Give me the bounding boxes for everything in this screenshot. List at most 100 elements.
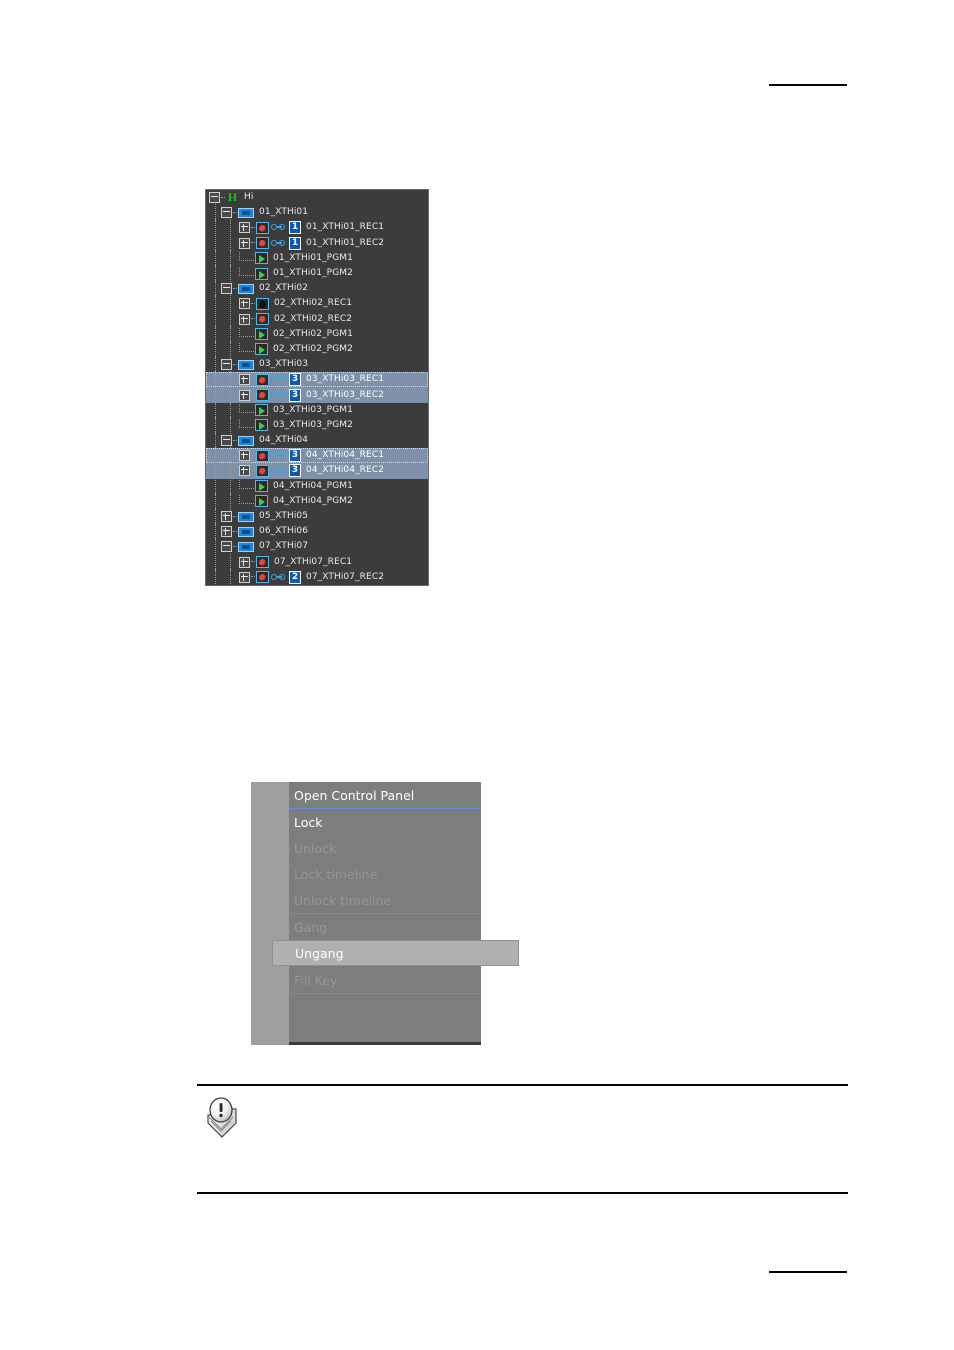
expand-icon[interactable] — [239, 556, 250, 568]
tree-row[interactable]: 02_XTHi02_REC1 — [206, 295, 428, 313]
tree-row[interactable]: 07_XTHi07 — [206, 538, 428, 556]
device-icon — [238, 526, 254, 537]
expand-icon[interactable] — [239, 465, 250, 477]
expand-icon[interactable] — [239, 571, 250, 583]
tree-row[interactable]: 03_XTHi03 — [206, 356, 428, 374]
tree-row[interactable]: 3 03_XTHi03_REC1 — [206, 371, 428, 389]
tree-row-label: 01_XTHi01_REC2 — [306, 237, 385, 248]
tree-row[interactable]: 02_XTHi02_REC2 — [206, 310, 428, 328]
tree-row-label: 01_XTHi01_PGM1 — [273, 252, 353, 263]
menu-item-open-control-panel[interactable]: Open Control Panel — [289, 782, 481, 808]
tree-leaf-connector — [239, 267, 254, 277]
tree-row[interactable]: 06_XTHi06 — [206, 523, 428, 541]
tree-row[interactable]: 05_XTHi05 — [206, 508, 428, 526]
tree-indent-guide — [221, 386, 239, 404]
tree-indent-guide — [209, 492, 221, 510]
play-icon — [255, 343, 268, 356]
tree-row[interactable]: 03_XTHi03_PGM1 — [206, 401, 428, 419]
expand-icon[interactable] — [239, 450, 250, 462]
tree-indent-guide — [221, 401, 239, 419]
record-on-icon — [256, 556, 269, 569]
tree-row[interactable]: 02_XTHi02 — [206, 280, 428, 298]
collapse-icon[interactable] — [221, 207, 232, 219]
device-icon — [238, 283, 254, 294]
tree-row[interactable]: 1 01_XTHi01_REC1 — [206, 219, 428, 237]
record-on-icon — [256, 313, 269, 326]
channel-context-menu[interactable]: Open Control Panel Lock Unlock Lock timelin… — [251, 782, 519, 1045]
tree-row[interactable]: 02_XTHi02_PGM1 — [206, 325, 428, 343]
record-on-icon — [256, 237, 269, 250]
tree-indent-guide — [221, 553, 239, 571]
menu-item-lock[interactable]: Lock — [289, 809, 481, 835]
menu-item-ungang[interactable]: Ungang — [272, 940, 519, 966]
expand-icon[interactable] — [221, 511, 232, 523]
tree-indent-guide — [209, 447, 221, 465]
tree-row[interactable]: 04_XTHi04_PGM1 — [206, 477, 428, 495]
play-icon — [255, 480, 268, 493]
note-top-rule — [197, 1084, 848, 1086]
tree-row[interactable]: 01_XTHi01_PGM2 — [206, 265, 428, 283]
tree-indent-guide — [209, 523, 221, 541]
tree-indent-guide — [209, 508, 221, 526]
expand-icon[interactable] — [239, 313, 250, 325]
tree-row[interactable]: 3 03_XTHi03_REC2 — [206, 386, 428, 404]
tree-row[interactable]: 01_XTHi01 — [206, 204, 428, 222]
tree-row[interactable]: 2 07_XTHi07_REC2 — [206, 568, 428, 585]
tree-indent-guide — [209, 432, 221, 450]
tree-indent-guide — [209, 553, 221, 571]
root-h-icon: H — [227, 189, 238, 204]
tree-indent-guide — [209, 401, 221, 419]
tree-indent-guide — [221, 462, 239, 480]
tree-leaf-connector — [239, 327, 254, 337]
collapse-icon[interactable] — [221, 435, 232, 447]
tree-row[interactable]: 1 01_XTHi01_REC2 — [206, 234, 428, 252]
expand-icon[interactable] — [221, 526, 232, 538]
tree-row[interactable]: 07_XTHi07_REC1 — [206, 553, 428, 571]
record-on-icon — [256, 571, 269, 584]
tree-row[interactable]: 03_XTHi03_PGM2 — [206, 416, 428, 434]
tree-indent-guide — [221, 310, 239, 328]
play-icon — [255, 495, 268, 508]
tree-row-label: 01_XTHi01 — [259, 207, 309, 218]
tree-indent-guide — [221, 371, 239, 389]
collapse-icon[interactable] — [221, 359, 232, 371]
tree-row[interactable]: 3 04_XTHi04_REC1 — [206, 447, 428, 465]
tree-row-label: 04_XTHi04_PGM1 — [273, 480, 353, 491]
channel-tree-panel[interactable]: H Hi 01_XTHi01 1 01_XTHi01_REC1 1 01_XTHi01_RE… — [205, 189, 429, 586]
tree-connector — [221, 196, 225, 199]
collapse-icon[interactable] — [221, 541, 232, 553]
tree-row[interactable]: 04_XTHi04_PGM2 — [206, 492, 428, 510]
tree-indent-guide — [221, 447, 239, 465]
tree-indent-guide — [209, 416, 221, 434]
tree-leaf-connector — [239, 251, 254, 261]
tree-row[interactable]: H Hi — [206, 190, 428, 205]
expand-icon[interactable] — [239, 237, 250, 249]
tree-connector — [251, 226, 255, 229]
tree-row[interactable]: 3 04_XTHi04_REC2 — [206, 462, 428, 480]
expand-icon[interactable] — [239, 222, 250, 234]
tree-row-label: 07_XTHi07_REC2 — [306, 571, 385, 582]
expand-icon[interactable] — [239, 389, 250, 401]
tree-indent-guide — [221, 492, 239, 510]
tree-row[interactable]: 04_XTHi04 — [206, 432, 428, 450]
tree-indent-guide — [221, 249, 239, 267]
expand-icon[interactable] — [239, 374, 250, 386]
tree-row-label: 07_XTHi07 — [259, 541, 309, 552]
tree-row[interactable]: 02_XTHi02_PGM2 — [206, 340, 428, 358]
collapse-icon[interactable] — [209, 192, 220, 204]
tree-row-label: 03_XTHi03_PGM1 — [273, 404, 353, 415]
menu-item-unlock-timeline: Unlock timeline — [294, 892, 392, 908]
menu-bottom-edge — [289, 1042, 481, 1045]
tree-indent-guide — [221, 477, 239, 495]
tree-row[interactable]: 01_XTHi01_PGM1 — [206, 249, 428, 267]
tree-row-label: 04_XTHi04_PGM2 — [273, 495, 353, 506]
tree-leaf-connector — [239, 418, 254, 428]
tree-row-label: 02_XTHi02_PGM2 — [273, 343, 353, 354]
tree-row-label: 04_XTHi04_REC2 — [306, 465, 385, 476]
tree-indent-guide — [221, 325, 239, 343]
collapse-icon[interactable] — [221, 283, 232, 295]
play-icon — [255, 252, 268, 265]
menu-item-list[interactable]: Open Control Panel Lock Unlock Lock timelin… — [272, 782, 519, 1045]
expand-icon[interactable] — [239, 298, 250, 310]
tree-row-label: 02_XTHi02_REC1 — [274, 298, 353, 309]
